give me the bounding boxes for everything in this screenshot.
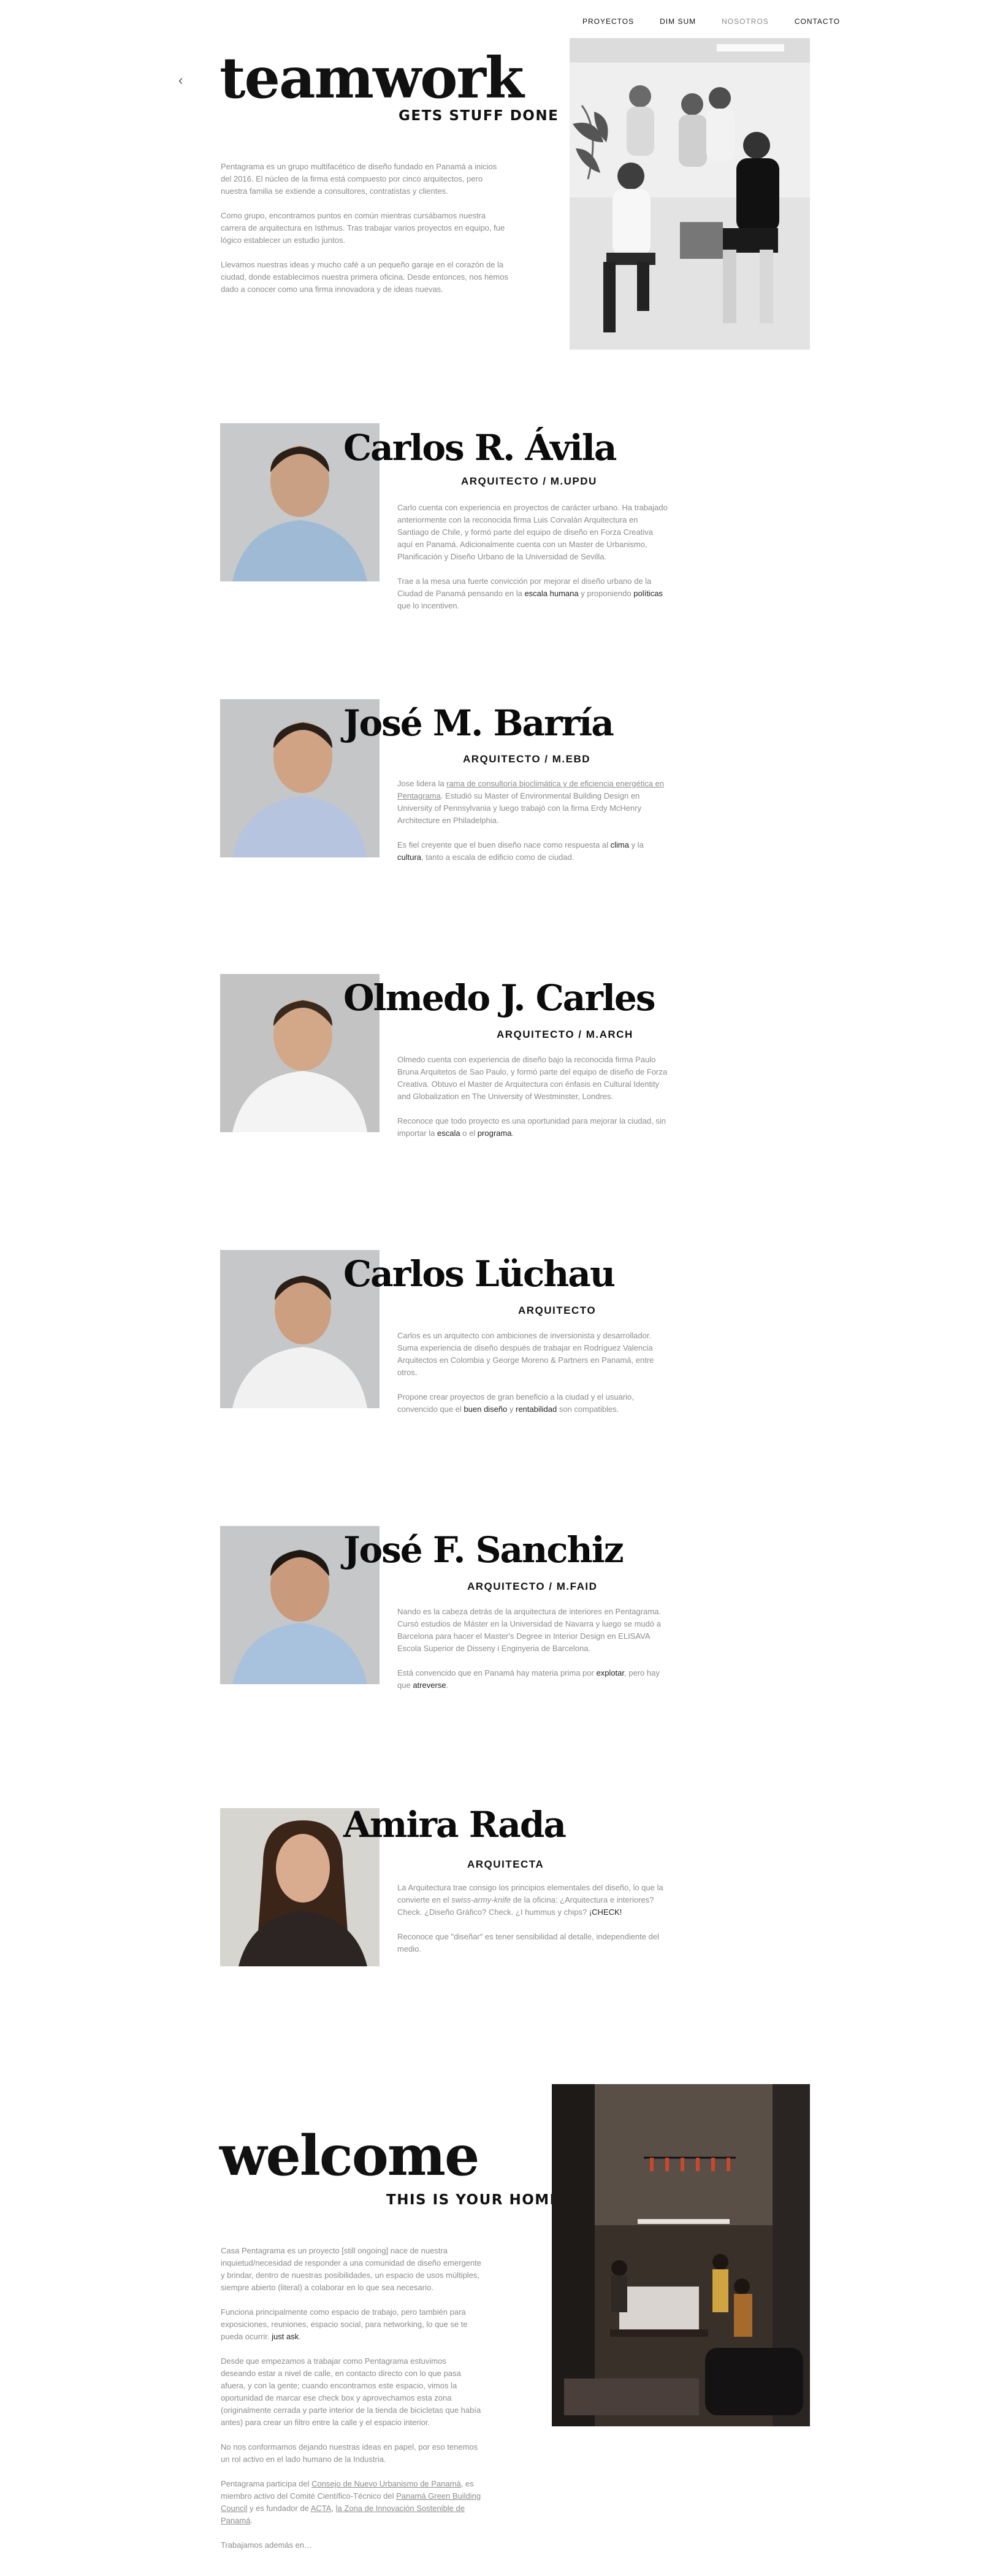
welcome-paragraph: Pentagrama participa del Consejo de Nuev… xyxy=(221,2479,481,2525)
nav-contacto[interactable]: CONTACTO xyxy=(795,17,840,31)
bio-emphasis: ¡CHECK! xyxy=(589,1907,622,1917)
bio-paragraph: Nando es la cabeza detrás de la arquitec… xyxy=(397,1607,661,1653)
member-name: Amira Rada xyxy=(343,1804,567,1846)
space-photo xyxy=(552,2084,810,2426)
space-photo-illustration xyxy=(552,2084,810,2426)
hero-title: teamwork xyxy=(219,45,524,111)
bio-emphasis: políticas xyxy=(633,589,663,598)
bio-emphasis: escala xyxy=(437,1129,460,1138)
nav-nosotros[interactable]: NOSOTROS xyxy=(722,17,769,31)
welcome-paragraph: No nos conformamos dejando nuestras idea… xyxy=(221,2442,478,2464)
welcome-paragraph: Casa Pentagrama es un proyecto [still on… xyxy=(221,2246,481,2292)
bio-paragraph: Propone crear proyectos de gran benefici… xyxy=(397,1392,634,1414)
bio-paragraph: Jose lidera la rama de consultoría biocl… xyxy=(397,779,665,825)
bio-emphasis: buen diseño xyxy=(464,1405,508,1414)
top-nav: PROYECTOS DIM SUM NOSOTROS CONTACTO xyxy=(582,17,839,31)
nav-dim-sum[interactable]: DIM SUM xyxy=(660,17,696,31)
member-bio: Jose lidera la rama de consultoría biocl… xyxy=(397,778,670,876)
bio-paragraph: Reconoce que todo proyecto es una oportu… xyxy=(397,1116,666,1138)
welcome-text: Casa Pentagrama es un proyecto [still on… xyxy=(221,2245,481,2564)
consejo-link[interactable]: Consejo de Nuevo Urbanismo de Panamá xyxy=(311,2479,461,2488)
member-name: José F. Sanchiz xyxy=(343,1529,624,1571)
welcome-title: welcome xyxy=(219,2123,479,2188)
bio-paragraph: Olmedo cuenta con experiencia de diseño … xyxy=(397,1055,668,1101)
team-photo-illustration xyxy=(570,38,810,350)
back-chevron-icon[interactable]: ‹ xyxy=(178,72,191,91)
member-role: ARQUITECTO / M.ARCH xyxy=(497,1029,633,1040)
welcome-paragraph: Desde que empezamos a trabajar como Pent… xyxy=(221,2356,481,2427)
intro-paragraph: Llevamos nuestras ideas y mucho café a u… xyxy=(221,260,508,294)
member-name: Olmedo J. Carles xyxy=(343,977,655,1019)
member-role: ARQUITECTO / M.EBD xyxy=(463,753,591,765)
member-role: ARQUITECTO / M.FAID xyxy=(467,1581,598,1592)
bio-emphasis: atreverse xyxy=(413,1681,446,1690)
bio-emphasis: programa xyxy=(477,1129,512,1138)
member-role: ARQUITECTO xyxy=(518,1305,597,1316)
acta-link[interactable]: ACTA xyxy=(311,2504,332,2513)
member-bio: Nando es la cabeza detrás de la arquitec… xyxy=(397,1606,670,1704)
nav-proyectos[interactable]: PROYECTOS xyxy=(582,17,634,31)
bio-paragraph: Carlo cuenta con experiencia en proyecto… xyxy=(397,503,668,561)
bio-paragraph: Trae a la mesa una fuerte convicción por… xyxy=(397,577,663,610)
member-bio: Olmedo cuenta con experiencia de diseño … xyxy=(397,1054,670,1152)
member-bio: Carlos es un arquitecto con ambiciones d… xyxy=(397,1330,670,1428)
intro-paragraph: Pentagrama es un grupo multifacético de … xyxy=(221,162,497,196)
welcome-kicker: THIS IS YOUR HOME xyxy=(386,2192,560,2208)
bio-emphasis: clima xyxy=(610,840,629,849)
bio-emphasis: escala humana xyxy=(524,589,579,598)
member-name: Carlos R. Ávila xyxy=(343,427,617,469)
team-photo xyxy=(570,38,810,350)
bio-emphasis: cultura xyxy=(397,853,422,862)
hero-kicker: GETS STUFF DONE xyxy=(399,108,559,124)
member-name: José M. Barría xyxy=(343,702,614,744)
welcome-paragraph: Funciona principalmente como espacio de … xyxy=(221,2307,468,2341)
intro-text: Pentagrama es un grupo multifacético de … xyxy=(221,161,509,308)
member-name: Carlos Lüchau xyxy=(343,1253,616,1295)
bio-paragraph: Reconoce que "diseñar" es tener sensibil… xyxy=(397,1932,659,1953)
bio-paragraph: Está convencido que en Panamá hay materi… xyxy=(397,1668,660,1690)
bio-paragraph: La Arquitectura trae consigo los princip… xyxy=(397,1883,663,1917)
bio-emphasis: rentabilidad xyxy=(516,1405,557,1414)
member-role: ARQUITECTO / M.UPDU xyxy=(461,475,597,487)
member-bio: La Arquitectura trae consigo los princip… xyxy=(397,1882,670,1968)
intro-paragraph: Como grupo, encontramos puntos en común … xyxy=(221,211,505,245)
member-bio: Carlo cuenta con experiencia en proyecto… xyxy=(397,502,670,624)
welcome-paragraph: Trabajamos además en… xyxy=(221,2540,313,2550)
bio-emphasis: explotar xyxy=(596,1668,625,1677)
bio-paragraph: Carlos es un arquitecto con ambiciones d… xyxy=(397,1331,654,1377)
bio-paragraph: Es fiel creyente que el buen diseño nace… xyxy=(397,840,644,862)
member-role: ARQUITECTA xyxy=(467,1858,544,1870)
